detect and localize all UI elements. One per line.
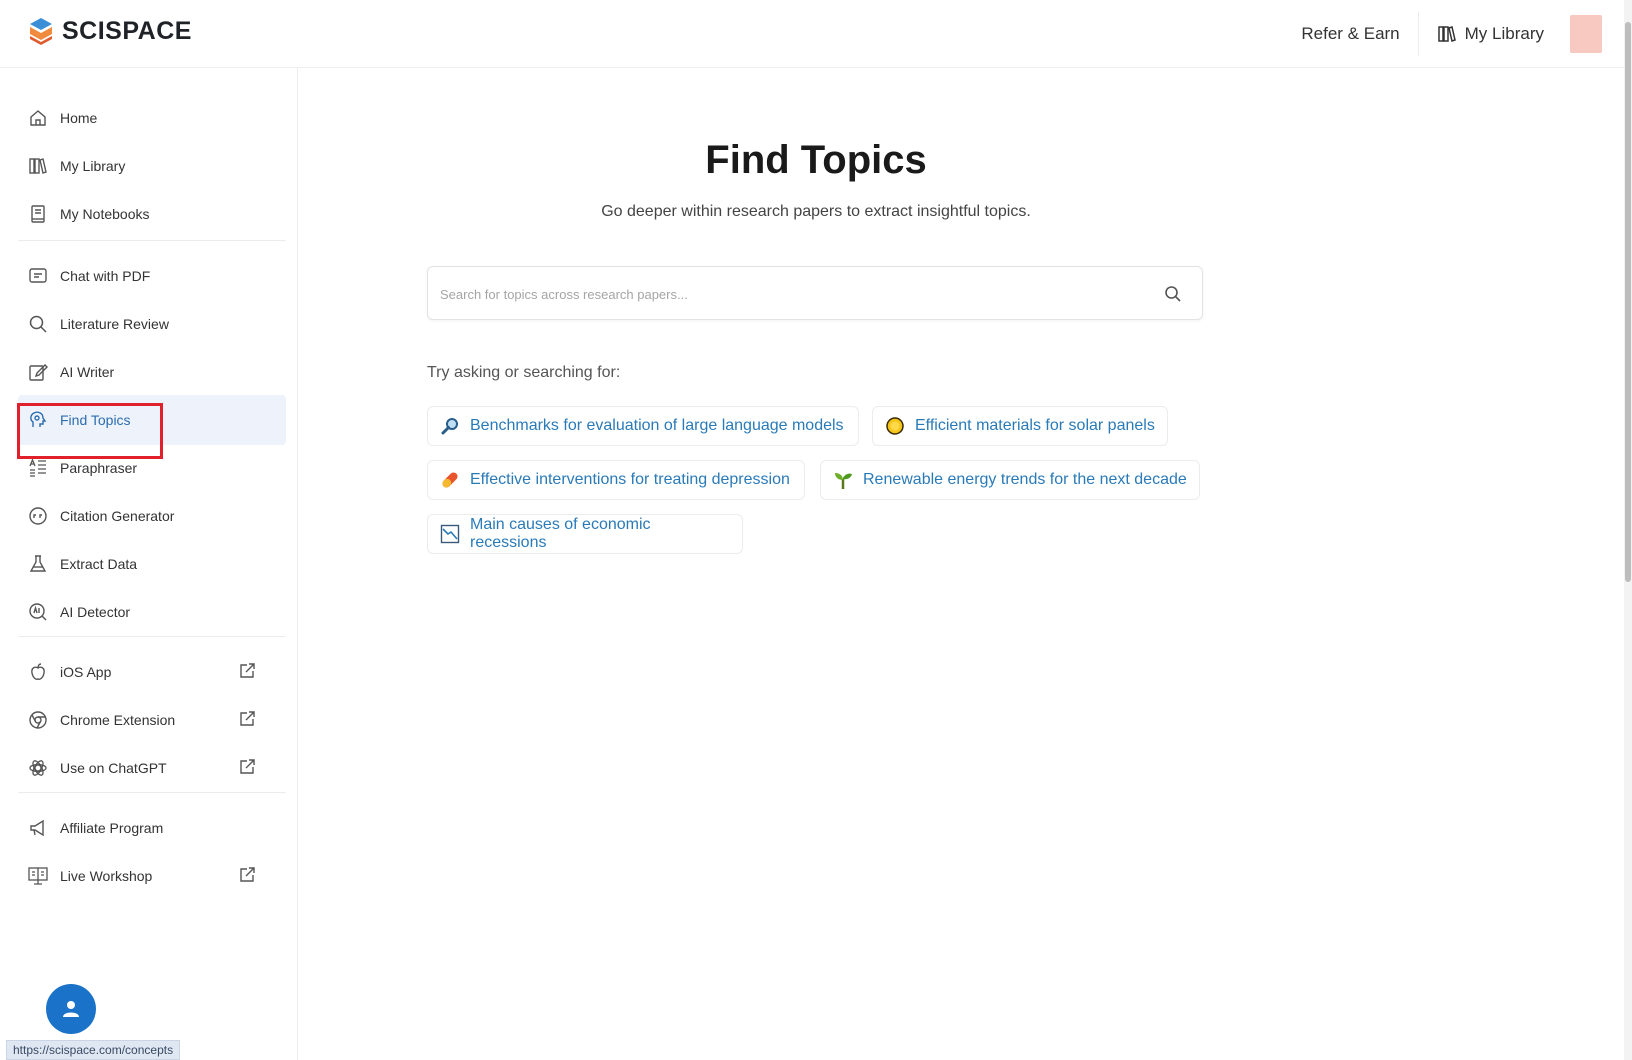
chart-down-icon <box>440 524 460 544</box>
sidebar-item-label: Paraphraser <box>60 460 138 476</box>
suggestion-label: Efficient materials for solar panels <box>915 417 1155 434</box>
sidebar-item-ai-writer[interactable]: AI Writer <box>18 347 286 397</box>
sprout-icon <box>833 470 853 490</box>
header-my-library-label: My Library <box>1464 24 1544 43</box>
sidebar-divider <box>18 792 286 793</box>
suggestion-label: Main causes of economic recessions <box>470 516 651 551</box>
sidebar-divider <box>18 240 286 241</box>
suggestion-chip[interactable]: Benchmarks for evaluation of large langu… <box>427 406 859 446</box>
external-link-icon <box>240 711 255 726</box>
header-my-library-link[interactable]: My Library <box>1419 14 1562 54</box>
suggestions-label: Try asking or searching for: <box>427 364 621 381</box>
sidebar-item-chat-with-pdf[interactable]: Chat with PDF <box>18 251 286 301</box>
sidebar-item-label: Use on ChatGPT <box>60 760 167 776</box>
page-title: Find Topics <box>705 138 927 182</box>
sidebar-item-label: Literature Review <box>60 316 169 332</box>
sidebar-item-label: iOS App <box>60 664 112 680</box>
library-icon <box>1437 26 1456 42</box>
brand-logo[interactable]: SCISPACE <box>28 16 192 46</box>
top-header: SCISPACE Refer & Earn My Library <box>0 0 1632 68</box>
sidebar-item-label: My Notebooks <box>60 206 150 222</box>
support-chat-button[interactable] <box>46 984 96 1034</box>
detector-icon <box>29 603 47 621</box>
sidebar-divider <box>18 636 286 637</box>
chat-icon <box>29 268 47 283</box>
sidebar-item-extract-data[interactable]: Extract Data <box>18 539 286 589</box>
user-avatar[interactable] <box>1570 15 1602 53</box>
find-topics-highlight <box>17 403 163 459</box>
apple-icon <box>31 663 45 680</box>
sidebar-item-my-notebooks[interactable]: My Notebooks <box>18 189 286 239</box>
sidebar-item-label: Citation Generator <box>60 508 175 524</box>
paraphrase-icon <box>29 458 46 477</box>
chatgpt-icon <box>29 760 47 776</box>
sidebar-item-use-on-chatgpt[interactable]: Use on ChatGPT <box>18 743 286 793</box>
pill-icon <box>440 470 460 490</box>
sidebar-item-label: Extract Data <box>60 556 138 572</box>
search-icon[interactable] <box>1164 285 1182 303</box>
flask-icon <box>29 555 47 572</box>
suggestion-label: Renewable energy trends for the next dec… <box>863 471 1187 488</box>
refer-earn-label: Refer & Earn <box>1301 24 1400 43</box>
sidebar-item-ai-detector[interactable]: AI Detector <box>18 587 286 637</box>
search-icon <box>29 315 47 333</box>
sidebar-item-label: Chat with PDF <box>60 268 151 284</box>
sidebar-item-label: Chrome Extension <box>60 712 176 728</box>
sidebar-item-label: My Library <box>60 158 126 174</box>
sidebar-item-affiliate-program[interactable]: Affiliate Program <box>18 803 286 853</box>
citation-icon <box>29 507 47 525</box>
library-icon <box>29 158 47 174</box>
sidebar-item-my-library[interactable]: My Library <box>18 141 286 191</box>
sidebar-item-literature-review[interactable]: Literature Review <box>18 299 286 349</box>
magnifier-icon <box>440 416 460 436</box>
notebook-icon <box>31 205 45 223</box>
topic-search-box[interactable] <box>427 266 1203 320</box>
suggestion-chip[interactable]: Main causes of economic recessions <box>427 514 743 554</box>
external-link-icon <box>240 867 255 882</box>
sidebar-item-chrome-extension[interactable]: Chrome Extension <box>18 695 286 745</box>
status-bar-url: https://scispace.com/concepts <box>6 1040 181 1060</box>
suggestion-label: Benchmarks for evaluation of large langu… <box>470 417 844 434</box>
sun-icon <box>885 416 905 436</box>
sidebar-item-label: AI Writer <box>60 364 115 380</box>
user-icon <box>63 1001 79 1017</box>
sidebar-item-label: Live Workshop <box>60 868 153 884</box>
scispace-logo-icon <box>30 18 52 45</box>
suggestion-chip[interactable]: Renewable energy trends for the next dec… <box>820 460 1200 500</box>
suggestion-label: Effective interventions for treating dep… <box>470 471 790 488</box>
page-scrollbar[interactable] <box>1624 0 1632 1060</box>
scrollbar-thumb[interactable] <box>1625 22 1631 582</box>
megaphone-icon <box>30 819 44 837</box>
sidebar-item-label: Affiliate Program <box>60 820 164 836</box>
external-link-icon <box>240 759 255 774</box>
sidebar-item-label: AI Detector <box>60 604 131 620</box>
refer-earn-link[interactable]: Refer & Earn <box>1283 14 1417 54</box>
sidebar: Home My Library My Notebooks Chat with P… <box>0 68 298 1060</box>
external-link-icon <box>240 663 255 678</box>
suggestion-chip[interactable]: Effective interventions for treating dep… <box>427 460 805 500</box>
workshop-icon <box>28 867 48 885</box>
page-subtitle: Go deeper within research papers to extr… <box>601 203 1031 220</box>
edit-icon <box>29 364 48 381</box>
chrome-icon <box>29 711 47 729</box>
home-icon <box>30 110 46 126</box>
sidebar-item-label: Home <box>60 110 98 126</box>
sidebar-item-ios-app[interactable]: iOS App <box>18 647 286 697</box>
sidebar-item-citation-generator[interactable]: Citation Generator <box>18 491 286 541</box>
sidebar-item-home[interactable]: Home <box>18 93 286 143</box>
topic-search-input[interactable] <box>440 281 1140 307</box>
sidebar-item-live-workshop[interactable]: Live Workshop <box>18 851 286 901</box>
brand-name: SCISPACE <box>62 16 192 45</box>
suggestion-chip[interactable]: Efficient materials for solar panels <box>872 406 1168 446</box>
